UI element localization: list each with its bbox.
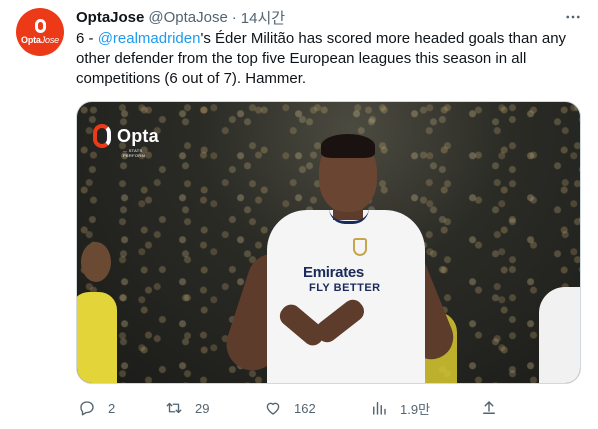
more-button[interactable] xyxy=(562,6,584,28)
tweet-text: 6 - @realmadriden's Éder Militão has sco… xyxy=(76,29,576,89)
tweet-actions: 2 29 162 1.9만 xyxy=(76,397,496,419)
opta-logo-subtext: — STATS PERFORM xyxy=(123,148,146,158)
reply-count: 2 xyxy=(108,400,116,416)
opta-o-logo-icon xyxy=(34,19,46,33)
opta-logo-text: Opta xyxy=(117,125,159,146)
shirt-sponsor-tagline: FLY BETTER xyxy=(309,282,381,294)
shirt-sponsor: Emirates xyxy=(303,264,364,281)
club-crest-icon xyxy=(353,238,367,256)
user-handle[interactable]: @OptaJose xyxy=(148,9,227,26)
avatar[interactable]: OptaJose xyxy=(16,8,64,56)
separator-dot: · xyxy=(231,8,237,26)
retweet-icon xyxy=(166,402,182,414)
retweet-count: 29 xyxy=(195,400,210,416)
share-icon xyxy=(483,401,495,414)
player-hair xyxy=(321,134,375,158)
player-shirt xyxy=(267,210,425,383)
like-count: 162 xyxy=(294,400,316,416)
retweet-button[interactable]: 29 xyxy=(165,397,209,419)
avatar-brand-text: OptaJose xyxy=(21,35,59,45)
reply-button[interactable]: 2 xyxy=(78,397,115,419)
share-button[interactable] xyxy=(480,397,498,419)
mention-link[interactable]: @realmadriden xyxy=(98,30,201,47)
opta-o-logo-icon xyxy=(93,124,111,148)
views-count: 1.9만 xyxy=(400,401,431,417)
display-name[interactable]: OptaJose xyxy=(76,9,144,26)
views-button[interactable]: 1.9만 xyxy=(370,397,430,419)
tweet-timestamp[interactable]: 14시간 xyxy=(241,7,285,28)
opta-watermark-logo: Opta — STATS PERFORM xyxy=(93,124,159,158)
more-icon xyxy=(566,15,580,19)
like-icon xyxy=(266,402,280,415)
tweet-media-photo[interactable]: Emirates FLY BETTER Opta — STATS PERFORM xyxy=(76,101,581,384)
tweet-text-prefix: 6 - xyxy=(76,30,98,47)
like-button[interactable]: 162 xyxy=(264,397,316,419)
views-icon xyxy=(373,402,386,415)
reply-icon xyxy=(80,401,94,416)
tweet-header: OptaJose @OptaJose · 14시간 xyxy=(76,7,285,27)
tweet[interactable]: OptaJose OptaJose @OptaJose · 14시간 6 - @… xyxy=(0,0,598,429)
